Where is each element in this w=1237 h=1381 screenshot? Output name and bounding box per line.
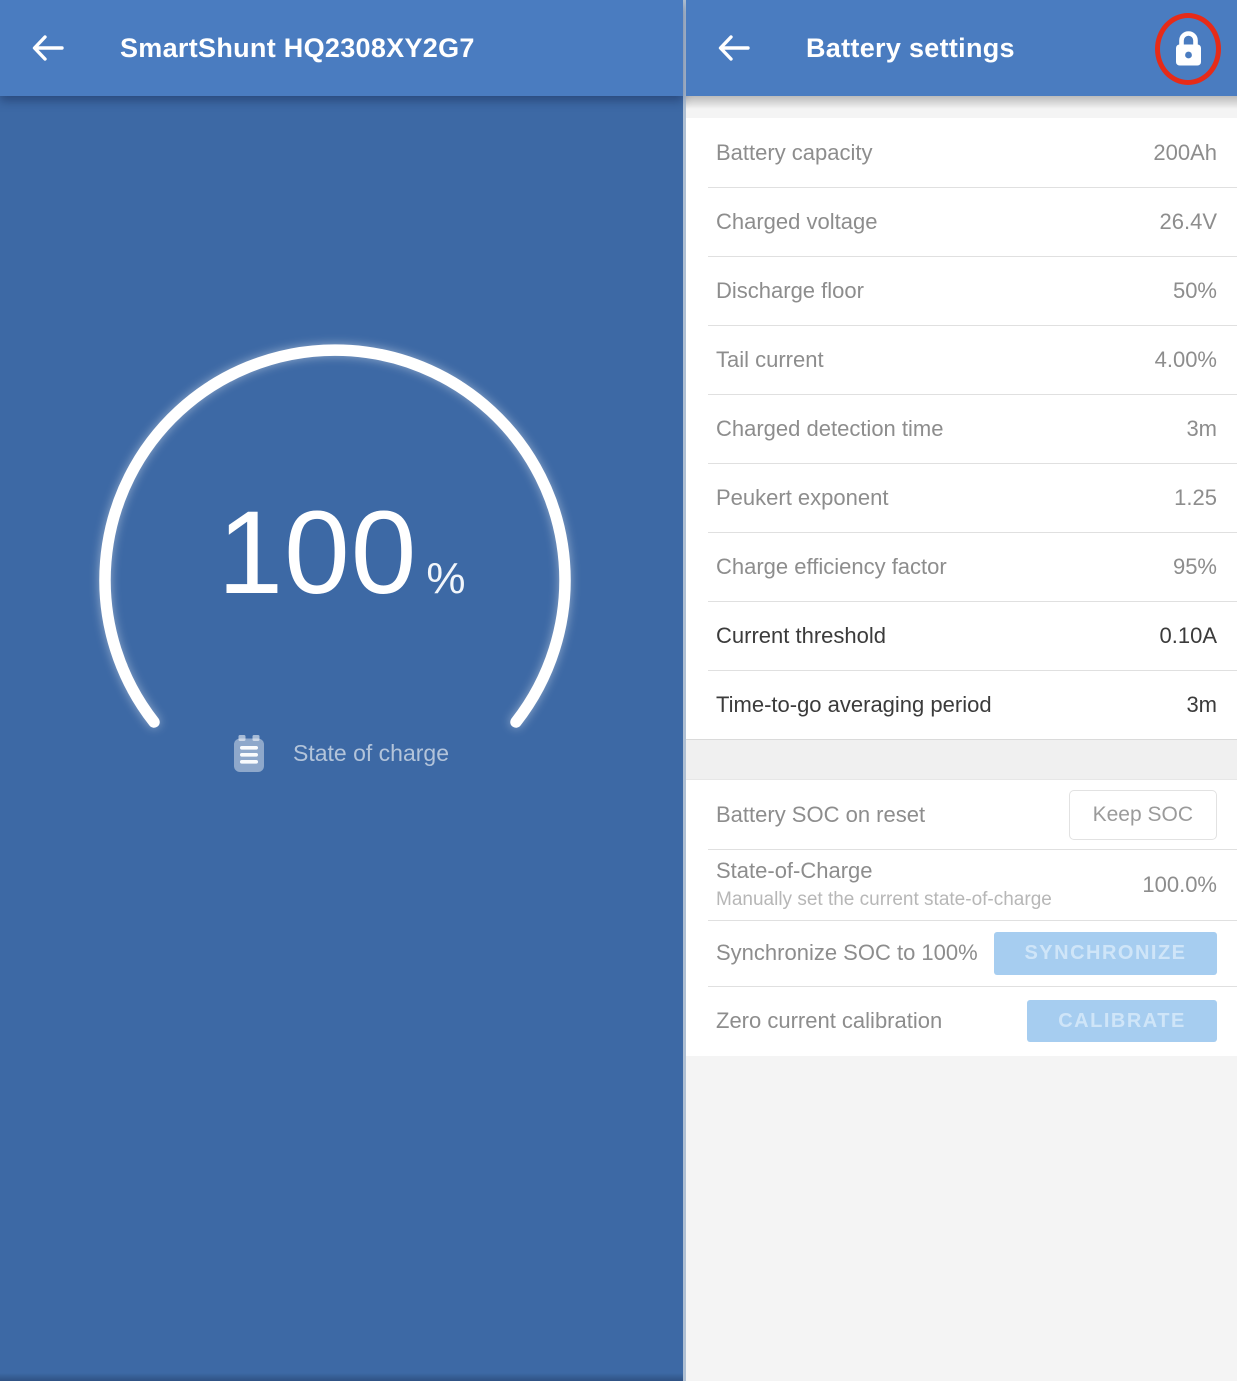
row-value: 4.00% [1155,347,1217,373]
battery-parameters-list: Battery capacity 200Ah Charged voltage 2… [686,118,1237,739]
synchronize-button[interactable]: SYNCHRONIZE [994,932,1217,975]
row-synchronize-soc[interactable]: Synchronize SOC to 100% SYNCHRONIZE [686,920,1237,986]
soc-actions-list: Battery SOC on reset Keep SOC State-of-C… [686,780,1237,1056]
row-discharge-floor[interactable]: Discharge floor 50% [686,256,1237,325]
row-label: Current threshold [716,623,886,649]
row-label: Peukert exponent [716,485,888,511]
soc-percentage: 100 [217,494,417,612]
row-battery-capacity[interactable]: Battery capacity 200Ah [686,118,1237,187]
row-sublabel: Manually set the current state-of-charge [716,889,1052,911]
row-label: Charged detection time [716,416,943,442]
row-value: 0.10A [1160,623,1218,649]
battery-settings-panel: Battery settings Battery capacity 200Ah [683,0,1237,1381]
settings-header: Battery settings [686,0,1237,96]
state-of-charge-caption: State of charge [0,731,683,775]
row-label: Synchronize SOC to 100% [716,940,978,966]
victron-connect-app: SmartShunt HQ2308XY2G7 100 % State of ch… [0,0,1237,1381]
row-charged-detection-time[interactable]: Charged detection time 3m [686,394,1237,463]
row-value: 200Ah [1153,140,1217,166]
row-current-threshold[interactable]: Current threshold 0.10A [686,601,1237,670]
state-of-charge-gauge-arc [0,96,683,796]
calibrate-button[interactable]: CALIBRATE [1027,1000,1217,1042]
row-zero-current-calibration[interactable]: Zero current calibration CALIBRATE [686,986,1237,1056]
settings-lock-area [1155,13,1221,85]
settings-title: Battery settings [806,0,1015,96]
row-label: Zero current calibration [716,1008,942,1034]
row-value: 3m [1186,416,1217,442]
row-label: Tail current [716,347,824,373]
row-value: 26.4V [1160,209,1218,235]
row-state-of-charge[interactable]: State-of-Charge Manually set the current… [686,849,1237,920]
back-arrow-icon[interactable] [28,28,68,68]
row-charge-efficiency-factor[interactable]: Charge efficiency factor 95% [686,532,1237,601]
row-battery-soc-on-reset[interactable]: Battery SOC on reset Keep SOC [686,780,1237,849]
row-label: Charged voltage [716,209,877,235]
soc-percent-sign: % [426,554,465,604]
state-of-charge-value: 100 % [0,494,683,620]
section-separator [686,739,1237,780]
row-charged-voltage[interactable]: Charged voltage 26.4V [686,187,1237,256]
device-header: SmartShunt HQ2308XY2G7 [0,0,683,96]
back-arrow-icon[interactable] [714,28,754,68]
row-label: Battery capacity [716,140,873,166]
lock-icon[interactable] [1173,31,1204,67]
row-time-to-go-averaging-period[interactable]: Time-to-go averaging period 3m [686,670,1237,739]
row-value: 95% [1173,554,1217,580]
row-tail-current[interactable]: Tail current 4.00% [686,325,1237,394]
row-label: Time-to-go averaging period [716,692,992,718]
settings-scroll-area[interactable]: Battery capacity 200Ah Charged voltage 2… [686,96,1237,1381]
device-overview-panel: SmartShunt HQ2308XY2G7 100 % State of ch… [0,0,683,1381]
keep-soc-button[interactable]: Keep SOC [1069,790,1217,840]
row-value: 50% [1173,278,1217,304]
device-title: SmartShunt HQ2308XY2G7 [120,0,475,96]
row-value: 1.25 [1174,485,1217,511]
row-label: Charge efficiency factor [716,554,947,580]
battery-icon [234,735,264,772]
row-value: 100.0% [1142,872,1217,898]
row-label: State-of-Charge [716,858,1052,884]
row-label: Discharge floor [716,278,864,304]
row-label: Battery SOC on reset [716,802,925,828]
soc-caption-label: State of charge [293,740,449,767]
row-value: 3m [1186,692,1217,718]
row-peukert-exponent[interactable]: Peukert exponent 1.25 [686,463,1237,532]
